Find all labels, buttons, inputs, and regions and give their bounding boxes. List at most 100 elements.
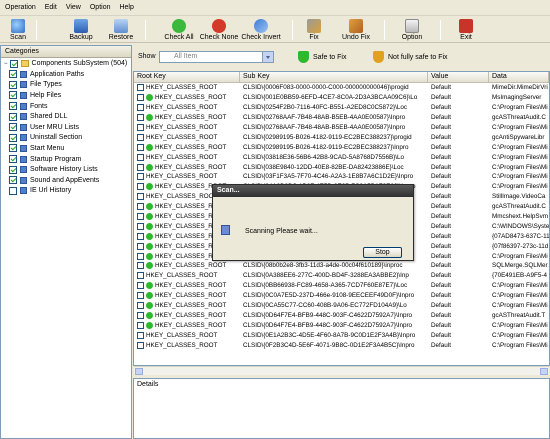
category-item[interactable]: Fonts <box>1 101 131 112</box>
category-item[interactable]: Start Menu <box>1 143 131 154</box>
row-checkbox[interactable] <box>137 341 144 349</box>
menu-help[interactable]: Help <box>119 4 133 11</box>
check-invert-button[interactable]: Check Invert <box>240 17 282 43</box>
table-row[interactable]: HKEY_CLASSES_ROOT CLSID\{03818E36-56B6-42… <box>134 152 549 162</box>
row-checkbox[interactable] <box>137 143 144 151</box>
table-row[interactable]: HKEY_CLASSES_ROOT CLSID\{0254F2B0-7116-40… <box>134 103 549 113</box>
column-header-root-key[interactable]: Root Key <box>134 72 240 82</box>
table-row[interactable]: HKEY_CLASSES_ROOT CLSID\{02768AAF-7B48-48… <box>134 123 549 133</box>
row-checkbox[interactable] <box>137 193 144 201</box>
row-checkbox[interactable] <box>137 104 144 112</box>
row-checkbox[interactable] <box>137 203 144 211</box>
column-header-data[interactable]: Data <box>489 72 549 82</box>
row-checkbox[interactable] <box>137 163 144 171</box>
row-checkbox[interactable] <box>137 124 144 131</box>
row-checkbox[interactable] <box>137 94 144 102</box>
data-cell: C:\Program Files\Mi <box>492 183 548 191</box>
collapse-icon[interactable]: − <box>4 61 8 67</box>
category-checkbox[interactable] <box>9 123 17 132</box>
row-checkbox[interactable] <box>137 321 144 329</box>
data-cell: C:\Program Files\Mi <box>492 252 548 260</box>
category-checkbox[interactable] <box>9 91 17 100</box>
stop-button[interactable]: Stop <box>363 247 402 258</box>
category-item[interactable]: IE Url History <box>1 186 131 197</box>
category-checkbox[interactable] <box>9 80 17 89</box>
exit-button[interactable]: Exit <box>456 17 476 43</box>
category-item[interactable]: Software History Lists <box>1 164 131 175</box>
category-checkbox[interactable] <box>9 144 17 153</box>
row-checkbox[interactable] <box>137 114 144 122</box>
menu-operation[interactable]: Operation <box>5 4 36 11</box>
row-checkbox[interactable] <box>137 292 144 300</box>
table-row[interactable]: HKEY_CLASSES_ROOT CLSID\{0006F083-0000-00… <box>134 83 549 93</box>
menu-edit[interactable]: Edit <box>45 4 57 11</box>
table-row[interactable]: HKEY_CLASSES_ROOT CLSID\{0F2B3C4D-5E6F-40… <box>134 340 549 350</box>
backup-button[interactable]: Backup <box>64 17 98 43</box>
category-item[interactable]: Shared DLL <box>1 111 131 122</box>
category-checkbox[interactable] <box>9 133 17 142</box>
row-checkbox[interactable] <box>137 222 144 230</box>
column-header-sub-key[interactable]: Sub Key <box>240 72 428 82</box>
table-row[interactable]: HKEY_CLASSES_ROOT CLSID\{0BB66938-FC89-46… <box>134 281 549 291</box>
scroll-right-icon[interactable] <box>540 368 548 375</box>
menu-view[interactable]: View <box>66 4 81 11</box>
table-row[interactable]: HKEY_CLASSES_ROOT CLSID\{02989195-B026-41… <box>134 142 549 152</box>
category-item[interactable]: Help Files <box>1 90 131 101</box>
table-row[interactable]: HKEY_CLASSES_ROOT CLSID\{03F1F3A5-7F70-4C… <box>134 172 549 182</box>
table-row[interactable]: HKEY_CLASSES_ROOT CLSID\{0D64F7E4-BFB9-44… <box>134 320 549 330</box>
table-row[interactable]: HKEY_CLASSES_ROOT CLSID\{0C0A7E5D-237D-46… <box>134 291 549 301</box>
row-checkbox[interactable] <box>137 331 144 339</box>
table-row[interactable]: HKEY_CLASSES_ROOT CLSID\{08b0b2e8-3fb3-11… <box>134 261 549 271</box>
category-item[interactable]: File Types <box>1 80 131 91</box>
check-none-button[interactable]: Check None <box>199 17 239 43</box>
category-item[interactable]: Uninstall Section <box>1 133 131 144</box>
scan-button[interactable]: Scan <box>6 17 30 43</box>
row-checkbox[interactable] <box>137 262 144 270</box>
row-checkbox[interactable] <box>137 242 144 250</box>
undo-fix-button[interactable]: Undo Fix <box>340 17 372 43</box>
row-checkbox[interactable] <box>137 302 144 310</box>
table-row[interactable]: HKEY_CLASSES_ROOT CLSID\{038E9840-12DD-40… <box>134 162 549 172</box>
category-item[interactable]: Application Paths <box>1 69 131 80</box>
row-checkbox[interactable] <box>137 84 144 92</box>
category-item[interactable]: Sound and AppEvents <box>1 175 131 186</box>
row-checkbox[interactable] <box>137 282 144 290</box>
show-select[interactable]: All Item <box>159 51 274 63</box>
category-checkbox[interactable] <box>9 186 17 195</box>
column-header-value[interactable]: Value <box>428 72 489 82</box>
row-checkbox[interactable] <box>137 311 144 319</box>
menu-option[interactable]: Option <box>90 4 111 11</box>
row-checkbox[interactable] <box>137 213 144 221</box>
restore-button[interactable]: Restore <box>105 17 137 43</box>
scroll-left-icon[interactable] <box>135 368 143 375</box>
row-checkbox[interactable] <box>137 173 144 181</box>
table-row[interactable]: HKEY_CLASSES_ROOT CLSID\{0D64F7E4-BFB9-44… <box>134 310 549 320</box>
category-checkbox[interactable] <box>9 112 17 121</box>
table-row[interactable]: HKEY_CLASSES_ROOT CLSID\{0A388EE6-277C-40… <box>134 271 549 281</box>
table-row[interactable]: HKEY_CLASSES_ROOT CLSID\{02989195-B026-41… <box>134 132 549 142</box>
category-item[interactable]: User MRU Lists <box>1 122 131 133</box>
row-checkbox[interactable] <box>137 133 144 141</box>
category-checkbox[interactable] <box>9 155 17 164</box>
category-checkbox[interactable] <box>9 165 17 174</box>
check-all-button[interactable]: Check All <box>162 17 196 43</box>
option-button[interactable]: Option <box>399 17 425 43</box>
table-row[interactable]: HKEY_CLASSES_ROOT CLSID\{001E0BB59-6EFD-4… <box>134 93 549 103</box>
category-checkbox[interactable] <box>9 102 17 111</box>
row-checkbox[interactable] <box>137 232 144 240</box>
category-root[interactable]: − Components SubSystem (504) <box>1 58 131 69</box>
row-checkbox[interactable] <box>137 252 144 260</box>
category-root-checkbox[interactable] <box>9 59 18 68</box>
row-checkbox[interactable] <box>137 272 144 280</box>
category-item[interactable]: Startup Program <box>1 154 131 165</box>
horizontal-scrollbar[interactable] <box>134 366 549 375</box>
fix-button[interactable]: Fix <box>303 17 325 43</box>
row-checkbox[interactable] <box>137 183 144 191</box>
row-checkbox[interactable] <box>137 153 144 161</box>
table-row[interactable]: HKEY_CLASSES_ROOT CLSID\{02768AAF-7B48-48… <box>134 113 549 123</box>
table-row[interactable]: HKEY_CLASSES_ROOT CLSID\{0CA55C77-CC60-40… <box>134 301 549 311</box>
category-checkbox[interactable] <box>9 176 17 185</box>
chevron-down-icon[interactable] <box>262 52 273 62</box>
category-checkbox[interactable] <box>9 70 17 79</box>
table-row[interactable]: HKEY_CLASSES_ROOT CLSID\{0E1A2B3C-4D5E-4F… <box>134 330 549 340</box>
